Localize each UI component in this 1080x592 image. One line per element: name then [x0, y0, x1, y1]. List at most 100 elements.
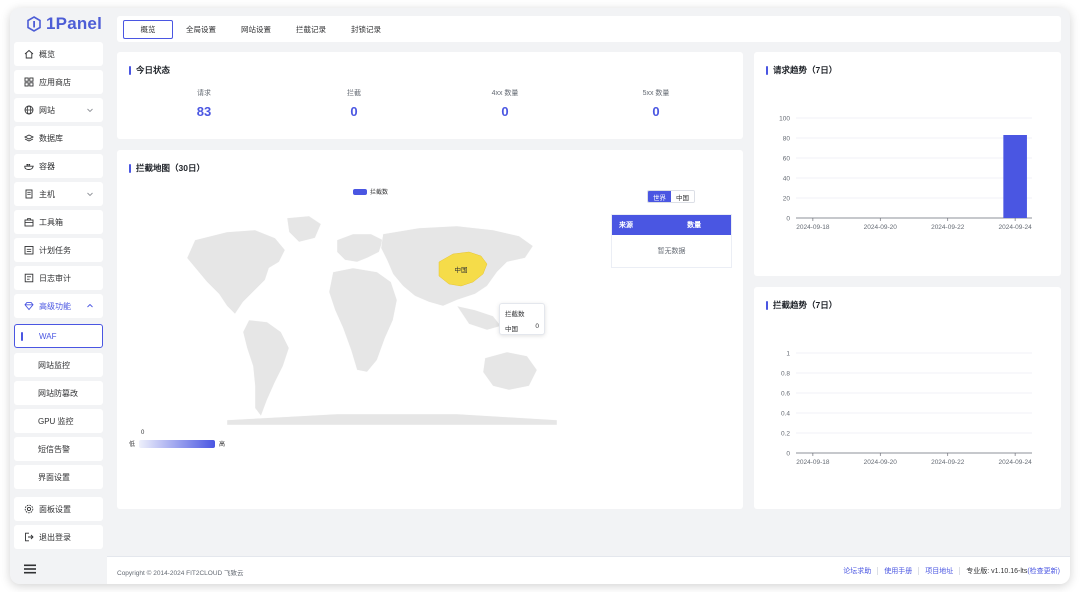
y-tick-label: 80 [783, 136, 791, 143]
sidebar-item-label: 高级功能 [39, 301, 71, 312]
stat-label: 拦截 [314, 88, 394, 98]
card-title-text: 今日状态 [136, 64, 170, 76]
x-tick-label: 2024-09-22 [931, 459, 965, 466]
divider [959, 567, 960, 575]
app-logo[interactable]: 1Panel [26, 13, 102, 35]
stat-intercepts: 拦截 0 [314, 88, 394, 119]
logo-text: 1Panel [46, 14, 102, 34]
sidebar-item-gpu-monitor[interactable]: GPU 监控 [14, 409, 103, 433]
land-south-america [243, 320, 289, 416]
check-update-link[interactable]: (检查更新) [1027, 566, 1060, 576]
land-antarctica [227, 414, 557, 425]
tab-overview[interactable]: 概览 [123, 20, 173, 39]
visualmap-high: 高 [219, 439, 225, 448]
sidebar-item-label: GPU 监控 [38, 416, 74, 427]
stat-label: 4xx 数量 [465, 88, 545, 98]
sidebar-item-overview[interactable]: 概览 [14, 42, 103, 66]
waf-tabbar: 概览 全局设置 网站设置 拦截记录 封锁记录 [117, 16, 1061, 42]
card-title: 今日状态 [129, 64, 170, 76]
y-tick-label: 100 [779, 116, 790, 123]
sidebar-item-ui-settings[interactable]: 界面设置 [14, 465, 103, 489]
x-tick-label: 2024-09-18 [796, 224, 830, 231]
sidebar-item-label: 计划任务 [39, 245, 71, 256]
y-tick-label: 0.8 [781, 371, 790, 378]
sidebar-item-app-store[interactable]: 应用商店 [14, 70, 103, 94]
sidebar-item-toolbox[interactable]: 工具箱 [14, 210, 103, 234]
sidebar-item-log-audit[interactable]: 日志审计 [14, 266, 103, 290]
tab-site-settings[interactable]: 网站设置 [236, 20, 276, 39]
stat-4xx: 4xx 数量 0 [465, 88, 545, 119]
active-indicator [21, 332, 23, 341]
tooltip-value: 0 [535, 323, 539, 333]
stat-requests: 请求 83 [164, 88, 244, 119]
tab-block-records[interactable]: 封锁记录 [346, 20, 386, 39]
menu-toggle-icon[interactable] [24, 564, 36, 574]
toolbox-icon [24, 217, 34, 227]
y-tick-label: 1 [786, 351, 790, 358]
x-tick-label: 2024-09-20 [864, 459, 898, 466]
y-tick-label: 60 [783, 156, 791, 163]
legend-swatch [353, 189, 367, 195]
stat-value: 0 [314, 104, 394, 119]
source-table: 来源 数量 暂无数据 [611, 214, 732, 268]
sidebar-item-logout[interactable]: 退出登录 [14, 525, 103, 549]
sidebar-item-label: 应用商店 [39, 77, 71, 88]
globe-icon [24, 105, 34, 115]
chevron-up-icon [86, 302, 94, 310]
x-tick-label: 2024-09-24 [999, 459, 1033, 466]
sidebar-item-label: 短信告警 [38, 444, 70, 455]
sidebar-item-label: 面板设置 [39, 504, 71, 515]
y-tick-label: 40 [783, 176, 791, 183]
link-forum[interactable]: 论坛求助 [843, 566, 871, 576]
sidebar-item-website[interactable]: 网站 [14, 98, 103, 122]
tab-intercept-records[interactable]: 拦截记录 [291, 20, 331, 39]
link-manual[interactable]: 使用手册 [884, 566, 912, 576]
map-visualmap[interactable]: 0 低 高 [129, 430, 225, 448]
sidebar-item-container[interactable]: 容器 [14, 154, 103, 178]
card-title: 拦截地图（30日） [129, 162, 205, 174]
sidebar-item-panel-settings[interactable]: 面板设置 [14, 497, 103, 521]
footer: Copyright © 2014-2024 FIT2CLOUD 飞致云 论坛求助… [107, 556, 1070, 584]
sidebar-item-sms-alert[interactable]: 短信告警 [14, 437, 103, 461]
card-title-text: 拦截地图（30日） [136, 162, 205, 174]
copyright-text: Copyright © 2014-2024 FIT2CLOUD 飞致云 [117, 567, 244, 577]
tooltip-row: 中国 0 [505, 323, 539, 333]
link-project[interactable]: 项目地址 [925, 566, 953, 576]
source-table-header: 来源 数量 [612, 215, 731, 235]
sidebar-item-cron[interactable]: 计划任务 [14, 238, 103, 262]
land-greenland [287, 216, 321, 242]
tab-global-settings[interactable]: 全局设置 [181, 20, 221, 39]
y-tick-label: 0 [786, 451, 790, 458]
col-source: 来源 [612, 220, 657, 230]
card-title-text: 请求趋势（7日） [773, 64, 837, 76]
bar[interactable] [1003, 135, 1027, 218]
log-icon [24, 273, 34, 283]
tooltip-title: 拦截数 [505, 308, 539, 318]
visualmap-max: 0 [141, 430, 225, 436]
version-text: 专业版: v1.10.16-lts [966, 566, 1027, 576]
sidebar-item-label: WAF [39, 332, 56, 341]
host-icon [24, 189, 34, 199]
sidebar-item-label: 界面设置 [38, 472, 70, 483]
toggle-china[interactable]: 中国 [671, 191, 694, 202]
toggle-world[interactable]: 世界 [648, 191, 671, 202]
sidebar-item-label: 网站监控 [38, 360, 70, 371]
sidebar-item-advanced[interactable]: 高级功能 [14, 294, 103, 318]
sidebar-item-site-monitor[interactable]: 网站监控 [14, 353, 103, 377]
sidebar-item-waf[interactable]: WAF [14, 324, 103, 348]
title-accent-bar [129, 66, 131, 75]
database-icon [24, 133, 34, 143]
title-accent-bar [766, 66, 768, 75]
y-tick-label: 0 [786, 216, 790, 223]
today-status-card: 今日状态 请求 83 拦截 0 4xx 数量 0 5xx 数量 0 [117, 52, 743, 139]
visualmap-bar: 低 高 [129, 439, 225, 448]
footer-links: 论坛求助 使用手册 项目地址 专业版: v1.10.16-lts (检查更新) [843, 566, 1060, 576]
sidebar-item-tamper-protection[interactable]: 网站防篡改 [14, 381, 103, 405]
sidebar-item-host[interactable]: 主机 [14, 182, 103, 206]
home-icon [24, 49, 34, 59]
sidebar-item-label: 容器 [39, 161, 55, 172]
map-legend[interactable]: 拦截数 [353, 187, 388, 196]
land-australia [483, 352, 537, 390]
sidebar-item-database[interactable]: 数据库 [14, 126, 103, 150]
y-tick-label: 0.6 [781, 391, 790, 398]
